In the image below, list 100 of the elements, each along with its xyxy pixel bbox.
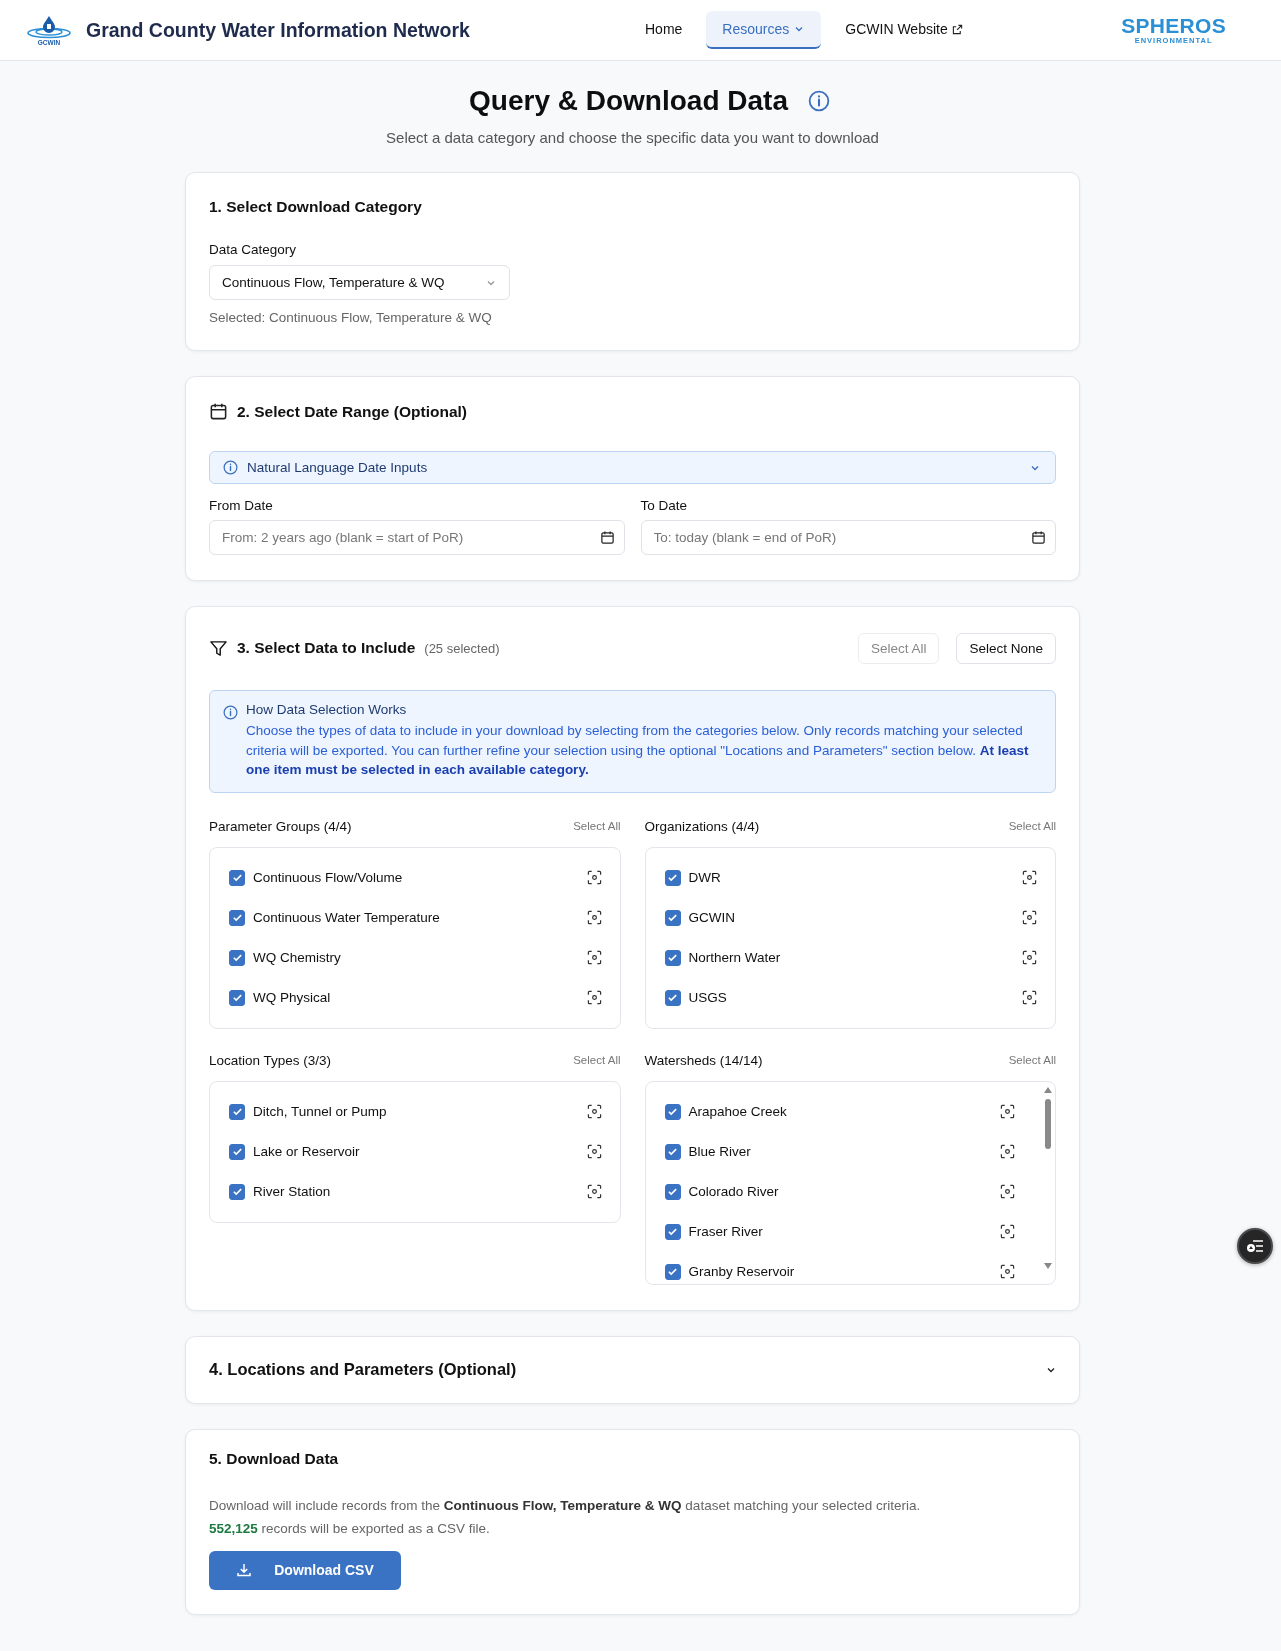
- checkbox[interactable]: [664, 989, 681, 1006]
- info-text: Choose the types of data to include in your download by selecting from the categories below. Only records matching your selected criteria will be exported. You can further refine your selection using the optional "Locations and Parameters" section below. At least one item must be selected in each available category.: [246, 722, 1030, 779]
- focus-target-icon[interactable]: [1022, 910, 1037, 925]
- checkbox-label[interactable]: WQ Physical: [253, 990, 579, 1005]
- nav-link[interactable]: Resources: [706, 11, 822, 49]
- checkbox-label[interactable]: Continuous Water Temperature: [253, 910, 579, 925]
- select-all-link[interactable]: Select All: [1008, 820, 1056, 832]
- checkbox[interactable]: [664, 909, 681, 926]
- checkbox-label[interactable]: River Station: [253, 1184, 579, 1199]
- checkbox-label[interactable]: Ditch, Tunnel or Pump: [253, 1104, 579, 1119]
- focus-target-icon[interactable]: [586, 1144, 602, 1159]
- download-icon: [236, 1562, 253, 1578]
- checkbox-label[interactable]: Colorado River: [688, 1184, 992, 1199]
- section-title: 2. Select Date Range (Optional): [237, 402, 467, 421]
- checkbox[interactable]: [664, 1183, 681, 1200]
- check-icon: [231, 872, 243, 883]
- info-icon: [223, 705, 238, 720]
- focus-target-icon[interactable]: [1000, 1104, 1015, 1119]
- section-title: 1. Select Download Category: [209, 198, 423, 216]
- date-inputs-help-toggle[interactable]: Natural Language Date Inputs: [209, 451, 1056, 484]
- checkbox-label[interactable]: USGS: [688, 990, 1014, 1005]
- check-icon: [667, 1226, 678, 1237]
- section-toggle[interactable]: 4. Locations and Parameters (Optional): [186, 1336, 1079, 1403]
- check-icon: [667, 952, 678, 963]
- check-icon: [667, 912, 678, 923]
- download-description: Download will include records from the Continuous Flow, Temperature & WQ dataset matching your selected criteria.: [209, 1497, 922, 1513]
- date-input-field[interactable]: From: 2 years ago (blank = start of PoR): [209, 520, 625, 555]
- date-input-field[interactable]: To: today (blank = end of PoR): [640, 520, 1056, 555]
- floating-menu-button[interactable]: [1237, 1228, 1273, 1264]
- select-all-link[interactable]: Select All: [573, 1054, 621, 1066]
- category-dropdown[interactable]: Continuous Flow, Temperature & WQ: [209, 265, 510, 300]
- calendar-icon[interactable]: [1031, 530, 1046, 545]
- group-title: Parameter Groups (4/4): [209, 818, 352, 834]
- checkbox[interactable]: [664, 1143, 681, 1160]
- checkbox[interactable]: [229, 989, 245, 1006]
- checkbox[interactable]: [229, 1143, 245, 1160]
- focus-target-icon[interactable]: [586, 950, 602, 965]
- page-title: Query & Download Data: [469, 85, 788, 117]
- checkbox-label[interactable]: Continuous Flow/Volume: [253, 870, 579, 885]
- checkbox[interactable]: [664, 869, 681, 886]
- checkbox[interactable]: [229, 869, 245, 886]
- checkbox-label[interactable]: Granby Reservoir: [688, 1264, 992, 1279]
- external-link-icon: [951, 23, 963, 35]
- checkbox[interactable]: [664, 1103, 681, 1120]
- focus-target-icon[interactable]: [586, 910, 602, 925]
- nav-link[interactable]: Home: [629, 11, 699, 49]
- check-icon: [667, 872, 678, 883]
- info-title: How Data Selection Works: [246, 702, 408, 717]
- focus-target-icon[interactable]: [1022, 950, 1037, 965]
- checkbox-label[interactable]: Northern Water: [688, 950, 1014, 965]
- list-icon: [1246, 1239, 1264, 1253]
- checkbox[interactable]: [664, 949, 681, 966]
- site-title: Grand County Water Information Network: [86, 18, 470, 42]
- focus-target-icon[interactable]: [1022, 870, 1037, 885]
- focus-target-icon[interactable]: [586, 990, 602, 1005]
- checkbox-label[interactable]: Fraser River: [688, 1224, 992, 1239]
- section-title: 3. Select Data to Include: [237, 639, 416, 657]
- focus-target-icon[interactable]: [586, 1184, 602, 1199]
- info-icon: [223, 460, 238, 475]
- checkbox-label[interactable]: Blue River: [688, 1144, 992, 1159]
- check-icon: [667, 1186, 678, 1197]
- focus-target-icon[interactable]: [1000, 1144, 1015, 1159]
- calendar-icon[interactable]: [599, 530, 615, 545]
- nav-link[interactable]: GCWIN Website: [829, 11, 979, 49]
- checkbox[interactable]: [664, 1223, 681, 1240]
- select-button[interactable]: Select None: [956, 632, 1056, 664]
- focus-target-icon[interactable]: [1022, 990, 1037, 1005]
- checkbox-label[interactable]: WQ Chemistry: [253, 950, 579, 965]
- field-label: From Date: [209, 498, 274, 513]
- select-all-link[interactable]: Select All: [1008, 1054, 1056, 1066]
- check-icon: [667, 1146, 678, 1157]
- checkbox[interactable]: [229, 949, 245, 966]
- checkbox[interactable]: [229, 1183, 245, 1200]
- checkbox-label[interactable]: Arapahoe Creek: [688, 1104, 992, 1119]
- section-title: 5. Download Data: [209, 1449, 340, 1468]
- checkbox-label[interactable]: DWR: [688, 870, 1014, 885]
- focus-target-icon[interactable]: [1000, 1224, 1015, 1239]
- check-icon: [231, 992, 243, 1003]
- checkbox-label[interactable]: Lake or Reservoir: [253, 1144, 579, 1159]
- selected-count: (25 selected): [424, 640, 500, 656]
- checkbox-label[interactable]: GCWIN: [688, 910, 1014, 925]
- download-button[interactable]: Download CSV: [209, 1550, 401, 1590]
- select-all-link[interactable]: Select All: [573, 820, 621, 832]
- group-title: Location Types (3/3): [209, 1052, 332, 1068]
- info-icon[interactable]: [807, 90, 830, 112]
- checkbox[interactable]: [229, 1103, 245, 1120]
- focus-target-icon[interactable]: [1000, 1264, 1015, 1279]
- record-count-text: 552,125 records will be exported as a CSV file.: [209, 1520, 491, 1536]
- check-icon: [231, 1186, 243, 1197]
- group-title: Watersheds (14/14): [644, 1052, 763, 1068]
- check-icon: [231, 912, 243, 923]
- check-icon: [231, 1146, 243, 1157]
- checkbox[interactable]: [229, 909, 245, 926]
- checkbox[interactable]: [664, 1263, 681, 1280]
- focus-target-icon[interactable]: [586, 1104, 602, 1119]
- focus-target-icon[interactable]: [1000, 1184, 1015, 1199]
- calendar-icon: [209, 402, 228, 421]
- page-subtitle: Select a data category and choose the specific data you want to download: [385, 129, 880, 146]
- group-title: Organizations (4/4): [644, 818, 760, 834]
- focus-target-icon[interactable]: [586, 870, 602, 885]
